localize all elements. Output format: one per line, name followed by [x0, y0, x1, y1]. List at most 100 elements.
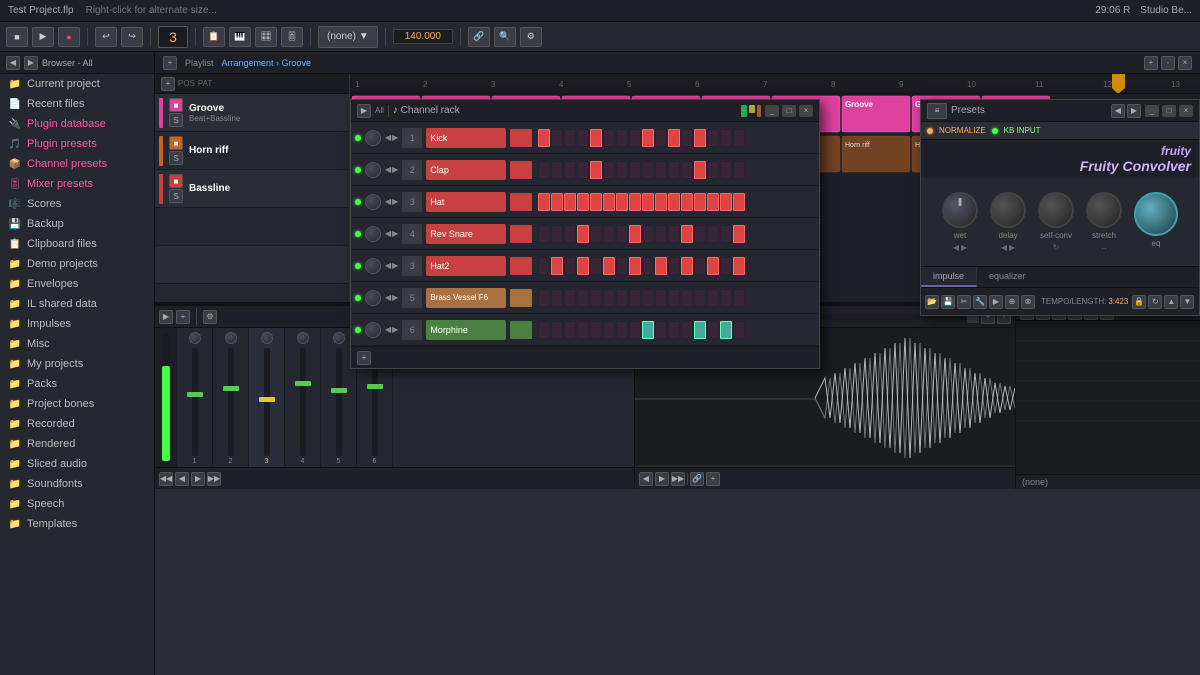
kick-step-7[interactable]	[616, 129, 628, 147]
morph-step-11[interactable]	[668, 321, 680, 339]
brass-step-4[interactable]	[577, 289, 589, 307]
sidebar-item-packs[interactable]: 📁 Packs	[0, 374, 154, 394]
kick-step-15[interactable]	[720, 129, 732, 147]
groove-mute[interactable]: ■	[169, 98, 183, 112]
morphine-name-button[interactable]: Morphine	[426, 320, 506, 340]
mx-next-button[interactable]: ▶▶	[207, 472, 221, 486]
hat-step-7[interactable]	[616, 193, 628, 211]
playlist-button[interactable]: 📋	[203, 27, 225, 47]
hat-step-2[interactable]	[551, 193, 563, 211]
hat-step-10[interactable]	[655, 193, 667, 211]
mx-next-btn[interactable]: ▶	[191, 472, 205, 486]
mx-ch5-fader[interactable]	[331, 388, 347, 393]
self-conv-knob[interactable]	[1038, 192, 1074, 228]
mx-ch6-fader[interactable]	[367, 384, 383, 389]
mx-ch4-fader[interactable]	[295, 381, 311, 386]
mx-ch1-pan[interactable]	[189, 332, 201, 344]
hat-step-8[interactable]	[629, 193, 641, 211]
undo-button[interactable]: ↩	[95, 27, 117, 47]
clap-step-15[interactable]	[720, 161, 732, 179]
brass-step-9[interactable]	[642, 289, 654, 307]
conv-open-button[interactable]: 📂	[925, 295, 939, 309]
record-button[interactable]: ●	[58, 27, 80, 47]
hat-step-3[interactable]	[564, 193, 576, 211]
delay-knob[interactable]	[990, 192, 1026, 228]
morph-step-14[interactable]	[707, 321, 719, 339]
sidebar-item-plugin-database[interactable]: 🔌 Plugin database	[0, 114, 154, 134]
kick-step-10[interactable]	[655, 129, 667, 147]
cr-close-button[interactable]: ×	[799, 105, 813, 117]
rev-step-1[interactable]	[538, 225, 550, 243]
clap-step-5[interactable]	[590, 161, 602, 179]
hat2-step-2[interactable]	[551, 257, 563, 275]
morph-step-6[interactable]	[603, 321, 615, 339]
morph-step-7[interactable]	[616, 321, 628, 339]
channel-rack-button[interactable]: 🎛	[255, 27, 277, 47]
rev-step-14[interactable]	[707, 225, 719, 243]
conv-time-up[interactable]: ▲	[1164, 295, 1178, 309]
cr-menu-button[interactable]: ▶	[357, 104, 371, 118]
stop-button[interactable]: ■	[6, 27, 28, 47]
brass-step-6[interactable]	[603, 289, 615, 307]
hat2-step-3[interactable]	[564, 257, 576, 275]
rev-step-9[interactable]	[642, 225, 654, 243]
sidebar-item-rendered[interactable]: 📁 Rendered	[0, 434, 154, 454]
wet-knob[interactable]	[942, 192, 978, 228]
rev-step-7[interactable]	[616, 225, 628, 243]
kick-step-9[interactable]	[642, 129, 654, 147]
conv-play-button[interactable]: ▶	[989, 295, 1003, 309]
hat2-step-1[interactable]	[538, 257, 550, 275]
morph-step-1[interactable]	[538, 321, 550, 339]
mx-ch1-fader[interactable]	[187, 392, 203, 397]
kick-step-11[interactable]	[668, 129, 680, 147]
mixer-button[interactable]: 🎚	[281, 27, 303, 47]
wf-forward-button[interactable]: ▶▶	[671, 472, 685, 486]
wf-add-button[interactable]: +	[706, 472, 720, 486]
redo-button[interactable]: ↪	[121, 27, 143, 47]
clap-step-16[interactable]	[733, 161, 745, 179]
horn-solo[interactable]: S	[169, 151, 183, 165]
kick-step-5[interactable]	[590, 129, 602, 147]
sidebar-item-my-projects[interactable]: 📁 My projects	[0, 354, 154, 374]
wf-back-button[interactable]: ◀	[639, 472, 653, 486]
none-dropdown[interactable]: (none) ▼	[318, 26, 378, 48]
hat2-name-button[interactable]: Hat2	[426, 256, 506, 276]
clap-step-2[interactable]	[551, 161, 563, 179]
rev-step-3[interactable]	[564, 225, 576, 243]
brass-step-8[interactable]	[629, 289, 641, 307]
cr-minimize-button[interactable]: _	[765, 105, 779, 117]
browser-forward-button[interactable]: ▶	[24, 56, 38, 70]
conv-next-button[interactable]: ▶	[1127, 104, 1141, 118]
track-add-button[interactable]: +	[161, 77, 175, 91]
kick-step-13[interactable]	[694, 129, 706, 147]
brass-step-10[interactable]	[655, 289, 667, 307]
cr-add-channel-button[interactable]: +	[357, 351, 371, 365]
playlist-zoom-out[interactable]: -	[1161, 56, 1175, 70]
sidebar-item-scores[interactable]: 🎼 Scores	[0, 194, 154, 214]
brass-step-5[interactable]	[590, 289, 602, 307]
hat-step-12[interactable]	[681, 193, 693, 211]
conv-tab-impulse[interactable]: impulse	[921, 267, 977, 287]
mx-ch2-pan[interactable]	[225, 332, 237, 344]
playlist-close[interactable]: ×	[1178, 56, 1192, 70]
bassline-mute[interactable]: ■	[169, 174, 183, 188]
clap-step-14[interactable]	[707, 161, 719, 179]
rev-step-10[interactable]	[655, 225, 667, 243]
clap-step-12[interactable]	[681, 161, 693, 179]
zoom-button[interactable]: 🔍	[494, 27, 516, 47]
kick-name-button[interactable]: Kick	[426, 128, 506, 148]
mx-prev-button[interactable]: ◀◀	[159, 472, 173, 486]
hat-step-15[interactable]	[720, 193, 732, 211]
sidebar-item-soundfonts[interactable]: 📁 Soundfonts	[0, 474, 154, 494]
sidebar-item-sliced-audio[interactable]: 📁 Sliced audio	[0, 454, 154, 474]
kick-step-4[interactable]	[577, 129, 589, 147]
mx-add-button[interactable]: +	[176, 310, 190, 324]
mx-ch3-fader[interactable]	[259, 397, 275, 402]
hat-step-16[interactable]	[733, 193, 745, 211]
brass-step-1[interactable]	[538, 289, 550, 307]
morph-step-12[interactable]	[681, 321, 693, 339]
mx-ch2-fader[interactable]	[223, 386, 239, 391]
snap-button[interactable]: 🔗	[468, 27, 490, 47]
hat2-step-16[interactable]	[733, 257, 745, 275]
clap-step-13[interactable]	[694, 161, 706, 179]
